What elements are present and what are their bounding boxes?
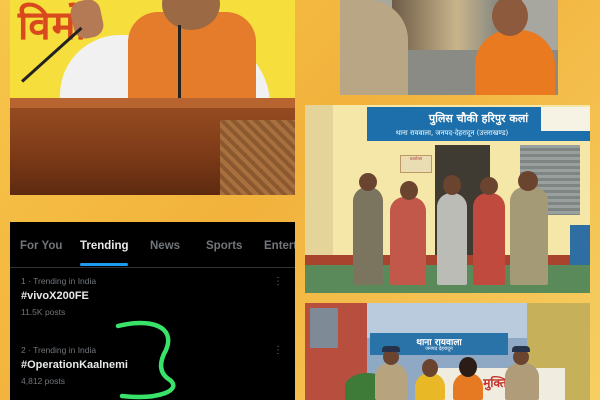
trend-hashtag: #vivoX200FE [21, 290, 89, 302]
person-head [400, 181, 418, 200]
trend-post-count: 11.5K posts [21, 307, 66, 317]
tab-news[interactable]: News [150, 240, 180, 252]
detained-person [390, 197, 426, 285]
tab-for-you[interactable]: For You [20, 240, 62, 252]
person-head [459, 357, 477, 377]
more-options-icon[interactable]: ⋮ [273, 276, 283, 287]
campaign-banner: मुक्ति [425, 368, 565, 400]
detained-person [437, 193, 467, 285]
door-sign: कार्यालय [400, 155, 432, 173]
person-head [422, 359, 438, 377]
active-tab-indicator [80, 263, 128, 266]
street-photo [340, 0, 558, 95]
detained-person [415, 373, 445, 400]
person-head [443, 175, 461, 195]
detained-person [473, 193, 505, 285]
microphone-right [178, 25, 181, 105]
police-officer [510, 187, 548, 285]
police-cap [512, 346, 530, 352]
shop-sign [541, 107, 590, 131]
green-bracket-annotation [115, 320, 176, 400]
detained-person [453, 373, 483, 400]
police-officer [375, 363, 407, 400]
tab-entertainment[interactable]: Entert [264, 240, 295, 252]
trend-meta: 1 · Trending in India [21, 276, 97, 286]
window [310, 308, 338, 348]
tab-trending[interactable]: Trending [80, 240, 129, 252]
police-station-photo: थाना रायवाला जनपद देहरादून मुक्ति [305, 303, 590, 400]
more-options-icon[interactable]: ⋮ [273, 345, 283, 356]
person-head [518, 171, 538, 191]
police-outpost-photo: पुलिस चौकी हरिपुर कलां थाना रायवाला, जनप… [305, 105, 590, 293]
saffron-robed-man [475, 30, 555, 95]
police-cap [382, 346, 400, 352]
tab-sports[interactable]: Sports [206, 240, 242, 252]
outpost-signboard-sub: थाना रायवाला, जनपद-देहरादून (उत्तराखण्ड) [395, 129, 509, 137]
podium-photo: विमो [10, 0, 295, 195]
blue-container [570, 225, 590, 265]
person-head [480, 177, 498, 195]
person-head [359, 173, 377, 191]
trending-tabs: For You Trending News Sports Entert [10, 222, 295, 268]
trending-screenshot: For You Trending News Sports Entert 1 · … [10, 222, 295, 400]
police-officer [505, 363, 539, 400]
police-officer [353, 187, 383, 285]
police-officer [340, 0, 408, 95]
trend-item[interactable]: 1 · Trending in India #vivoX200FE 11.5K … [21, 276, 281, 317]
wicker-basket [220, 120, 295, 195]
podium-top [10, 98, 295, 108]
